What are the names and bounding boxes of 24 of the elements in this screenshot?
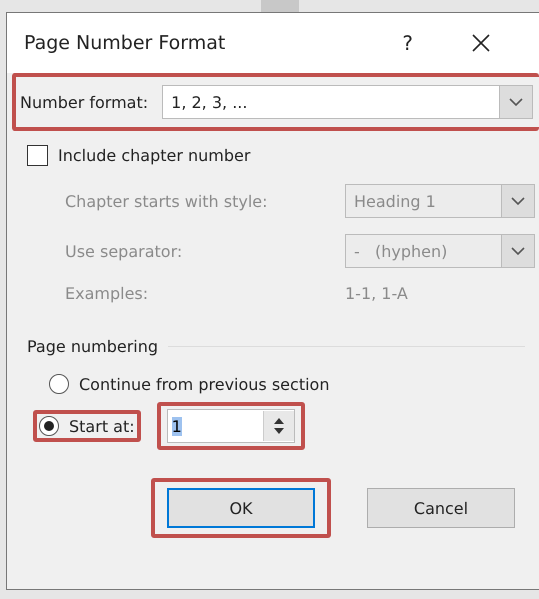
radio-label: Continue from previous section: [79, 374, 330, 394]
checkbox[interactable]: [27, 145, 48, 166]
chevron-down-icon: [511, 196, 525, 206]
radio-button[interactable]: [39, 416, 59, 436]
spinner-arrows-icon[interactable]: [272, 416, 285, 436]
field-label: Examples:: [65, 284, 150, 303]
dialog-button[interactable]: OK: [167, 488, 315, 528]
background-scrollbar: [260, 0, 298, 12]
start-at-field[interactable]: 1: [166, 409, 295, 443]
radio-button[interactable]: [49, 374, 69, 394]
field-label: Number format:: [20, 92, 148, 112]
close-icon[interactable]: [471, 33, 491, 53]
checkbox-label: Include chapter number: [58, 146, 250, 165]
radio-label: Start at:: [69, 416, 135, 436]
help-button[interactable]: ?: [402, 31, 413, 55]
examples-text: 1-1, 1-A: [345, 284, 409, 303]
section-title: Page numbering: [27, 337, 158, 356]
field-label: Use separator:: [65, 242, 184, 260]
window-title: Page Number Format: [24, 32, 226, 54]
dialog-button[interactable]: Cancel: [367, 488, 515, 528]
number-format-dropdown[interactable]: 1, 2, 3, ...: [162, 85, 533, 119]
chevron-down-icon: [509, 98, 523, 106]
chevron-down-icon: [511, 246, 525, 256]
field-label: Chapter starts with style:: [65, 192, 269, 210]
